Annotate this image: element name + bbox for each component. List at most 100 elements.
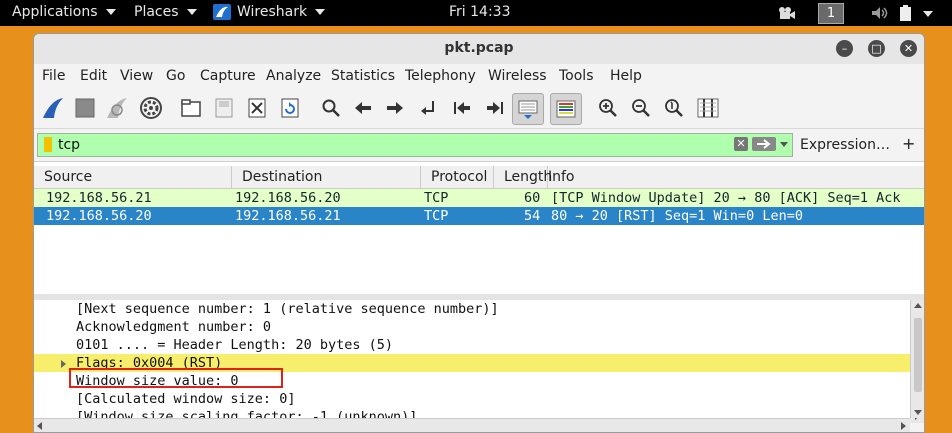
packet-row-selected[interactable]: 192.168.56.20 192.168.56.21 TCP 54 80 → …: [34, 207, 924, 225]
apply-filter-icon[interactable]: [752, 137, 776, 151]
column-header-destination[interactable]: Destination: [232, 166, 421, 188]
detail-text: Window size value: 0: [76, 373, 239, 389]
packet-length: 54: [524, 208, 541, 224]
chevron-down-icon: [105, 9, 116, 15]
column-header-info[interactable]: Info: [548, 166, 924, 188]
title-bar[interactable]: pkt.pcap – □ ✕: [34, 34, 924, 65]
scrollbar-thumb[interactable]: [914, 318, 922, 392]
reload-icon[interactable]: [277, 95, 303, 121]
scroll-right-icon[interactable]: [901, 422, 906, 430]
places-label: Places: [134, 4, 179, 20]
menu-help[interactable]: Help: [610, 68, 642, 84]
shark-fin-start-icon[interactable]: [40, 95, 66, 121]
gnome-top-bar: Applications Places Wireshark Fri 14:33 …: [0, 0, 952, 26]
applications-menu[interactable]: Applications: [12, 4, 116, 20]
menu-tools[interactable]: Tools: [559, 68, 594, 84]
menu-view[interactable]: View: [120, 68, 153, 84]
packet-destination: 192.168.56.20: [235, 190, 341, 206]
detail-line[interactable]: Acknowledgment number: 0: [34, 318, 910, 336]
go-to-packet-icon[interactable]: [416, 95, 442, 121]
autoscroll-icon[interactable]: [512, 93, 544, 125]
menu-analyze[interactable]: Analyze: [266, 68, 321, 84]
scroll-up-icon[interactable]: [914, 303, 922, 308]
menu-file[interactable]: File: [42, 68, 65, 84]
app-menu-wireshark[interactable]: Wireshark: [213, 4, 326, 20]
detail-line-window-size[interactable]: Window size value: 0: [34, 372, 910, 390]
close-file-icon[interactable]: [244, 95, 270, 121]
detail-line[interactable]: [Next sequence number: 1 (relative seque…: [34, 300, 910, 318]
minimize-button[interactable]: –: [836, 40, 853, 57]
column-header-source[interactable]: Source: [34, 166, 232, 188]
menu-go[interactable]: Go: [166, 68, 185, 84]
places-menu[interactable]: Places: [134, 4, 197, 20]
volume-icon[interactable]: [871, 6, 889, 20]
main-toolbar: [34, 88, 924, 129]
detail-text: [Window size scaling factor: -1 (unknown…: [76, 409, 418, 418]
detail-line-flags[interactable]: Flags: 0x004 (RST): [34, 354, 910, 372]
menu-statistics[interactable]: Statistics: [331, 68, 395, 84]
menu-edit[interactable]: Edit: [80, 68, 107, 84]
close-button[interactable]: ✕: [900, 40, 917, 57]
window-title: pkt.pcap: [444, 40, 514, 56]
video-camera-icon[interactable]: [778, 6, 796, 20]
first-packet-icon[interactable]: [449, 95, 475, 121]
menu-telephony[interactable]: Telephony: [405, 68, 476, 84]
go-forward-icon[interactable]: [382, 95, 408, 121]
packet-destination: 192.168.56.21: [235, 208, 341, 224]
resize-columns-icon[interactable]: [695, 95, 721, 121]
zoom-in-icon[interactable]: [595, 95, 621, 121]
clear-filter-icon[interactable]: ✕: [734, 137, 748, 151]
filter-history-chevron-icon[interactable]: [780, 142, 788, 147]
clock-label: Fri 14:33: [449, 4, 511, 20]
packet-row[interactable]: 192.168.56.21 192.168.56.20 TCP 60 [TCP …: [34, 189, 924, 207]
zoom-out-icon[interactable]: [628, 95, 654, 121]
chevron-down-icon: [315, 9, 326, 15]
clock[interactable]: Fri 14:33: [449, 4, 510, 20]
packet-info: 80 → 20 [RST] Seq=1 Win=0 Len=0: [551, 208, 803, 224]
battery-icon[interactable]: [899, 5, 913, 21]
applications-label: Applications: [12, 4, 98, 20]
column-header-length[interactable]: Length: [494, 166, 552, 188]
add-filter-button[interactable]: +: [902, 134, 915, 153]
packet-length: 60: [524, 190, 541, 206]
packet-protocol: TCP: [424, 208, 449, 224]
detail-line[interactable]: [Calculated window size: 0]: [34, 390, 910, 408]
packet-details-pane: [Next sequence number: 1 (relative seque…: [34, 300, 910, 418]
detail-line[interactable]: 0101 .... = Header Length: 20 bytes (5): [34, 336, 910, 354]
packet-protocol: TCP: [424, 190, 449, 206]
search-icon[interactable]: [318, 95, 344, 121]
packet-source: 192.168.56.21: [46, 190, 152, 206]
stop-square-icon[interactable]: [72, 95, 98, 121]
maximize-button[interactable]: □: [868, 40, 885, 57]
display-filter-input[interactable]: [58, 135, 718, 154]
system-menu-chevron-icon[interactable]: [923, 11, 933, 17]
expression-button[interactable]: Expression…: [800, 137, 890, 153]
chevron-down-icon: [186, 9, 197, 15]
details-vertical-scrollbar[interactable]: [910, 300, 924, 418]
zoom-normal-icon[interactable]: [661, 95, 687, 121]
wireshark-app-icon: [213, 4, 231, 20]
detail-line[interactable]: [Window size scaling factor: -1 (unknown…: [34, 408, 910, 418]
colorize-icon[interactable]: [550, 93, 582, 125]
menu-wireless[interactable]: Wireless: [488, 68, 547, 84]
expand-triangle-icon[interactable]: [61, 360, 66, 368]
workspace-indicator[interactable]: 1: [818, 3, 844, 24]
menu-capture[interactable]: Capture: [200, 68, 256, 84]
packet-list-header: Source Destination Protocol Length Info: [34, 166, 924, 189]
go-back-icon[interactable]: [350, 95, 376, 121]
display-filter-field[interactable]: ✕: [37, 133, 793, 157]
scroll-down-icon[interactable]: [914, 410, 922, 415]
detail-text: Flags: 0x004 (RST): [76, 355, 223, 371]
display-filter-bar: ✕ Expression… +: [34, 129, 924, 162]
shark-fin-restart-icon[interactable]: [104, 95, 130, 121]
app-name-label: Wireshark: [237, 4, 308, 20]
detail-text: 0101 .... = Header Length: 20 bytes (5): [76, 337, 393, 353]
open-folder-icon[interactable]: [178, 95, 204, 121]
menu-bar: File Edit View Go Capture Analyze Statis…: [34, 64, 924, 88]
scroll-left-icon[interactable]: [37, 422, 42, 430]
last-packet-icon[interactable]: [482, 95, 508, 121]
bookmark-icon[interactable]: [44, 137, 52, 152]
column-header-protocol[interactable]: Protocol: [421, 166, 494, 188]
save-file-icon[interactable]: [211, 95, 237, 121]
gear-options-icon[interactable]: [138, 95, 164, 121]
